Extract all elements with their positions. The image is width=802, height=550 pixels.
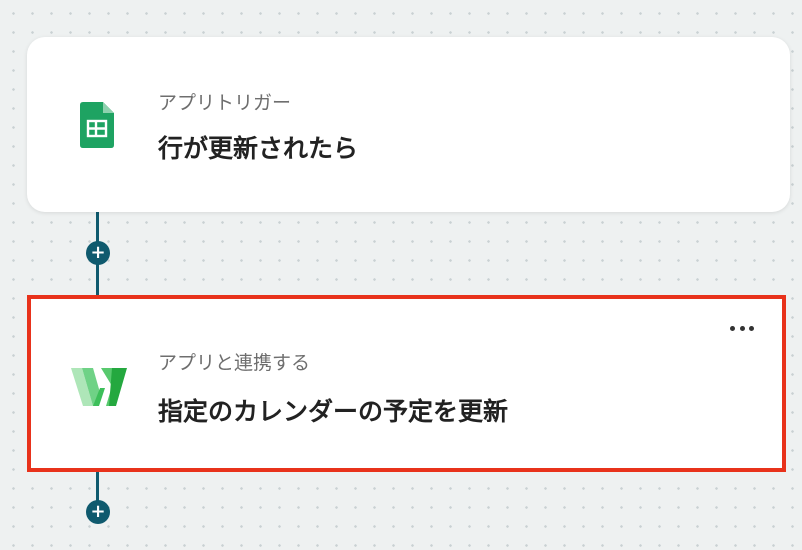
- action-type-label: アプリと連携する: [158, 352, 311, 374]
- add-step-button[interactable]: +: [86, 241, 110, 265]
- more-dot-icon: [730, 325, 735, 331]
- trigger-type-label: アプリトリガー: [158, 92, 292, 114]
- more-dot-icon: [739, 325, 745, 331]
- action-card[interactable]: アプリと連携する 指定のカレンダーの予定を更新: [27, 295, 786, 472]
- calendar-app-w-icon: [71, 368, 127, 410]
- more-options-button[interactable]: [724, 317, 760, 339]
- google-sheets-icon: [80, 102, 114, 152]
- trigger-title: 行が更新されたら: [158, 134, 359, 163]
- more-dot-icon: [749, 325, 754, 331]
- action-title: 指定のカレンダーの予定を更新: [158, 397, 509, 426]
- add-step-button-bottom[interactable]: +: [86, 500, 110, 524]
- trigger-card[interactable]: アプリトリガー 行が更新されたら: [27, 37, 790, 212]
